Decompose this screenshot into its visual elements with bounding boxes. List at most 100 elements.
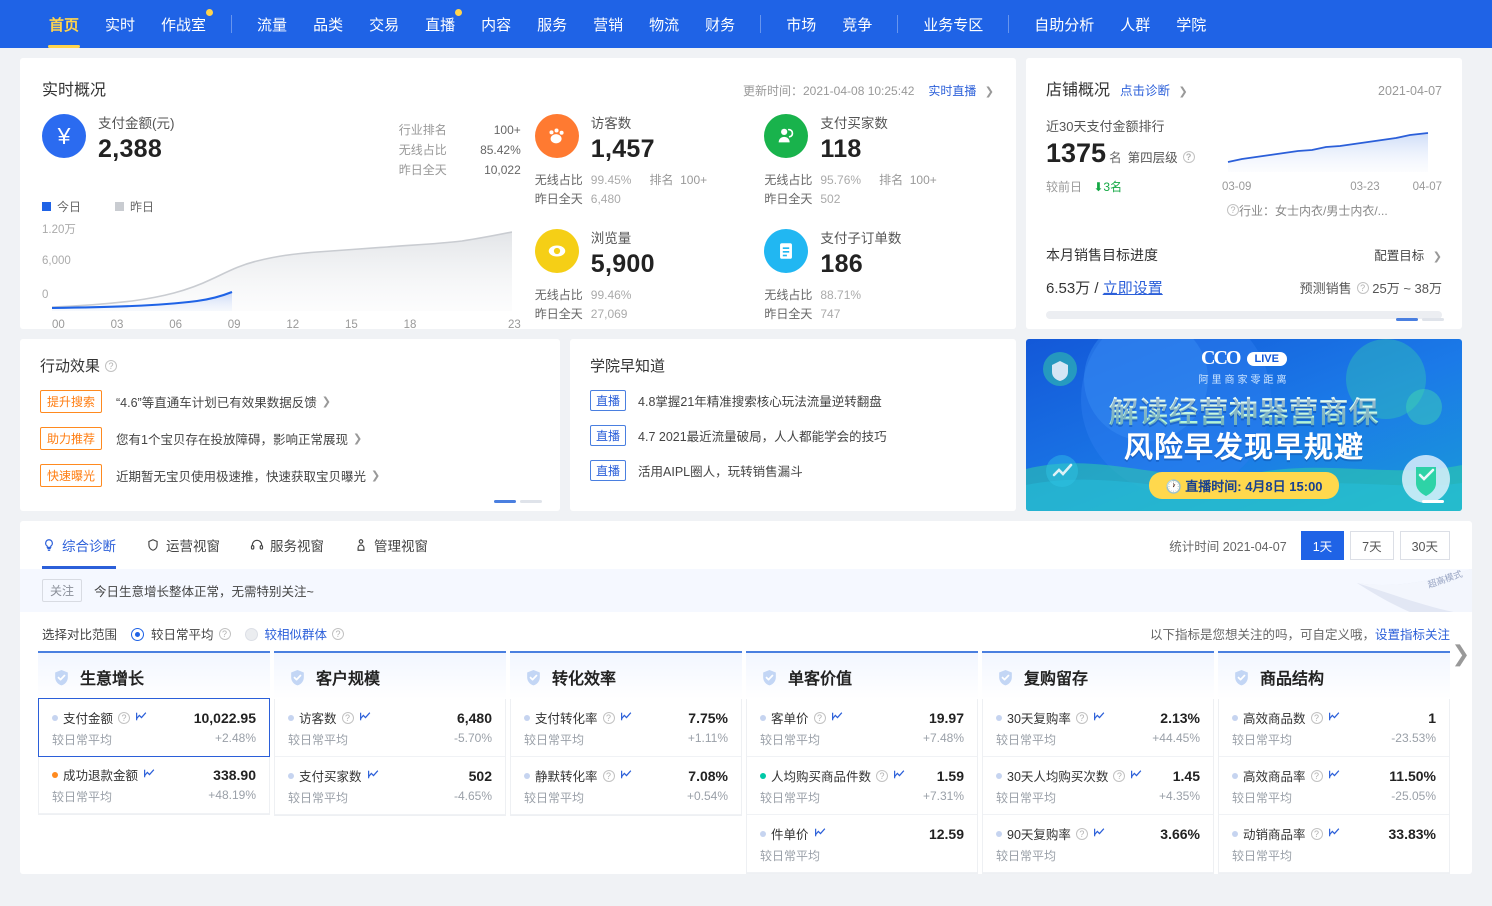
metric-row-0[interactable]: 高效商品数?1较日常平均-23.53% [1219,699,1449,757]
nav-item-12[interactable]: 财务 [692,0,748,48]
action-help-icon[interactable]: ? [105,360,117,372]
promo-banner[interactable]: CCO LIVE 阿里商家零距离 解读经营神器营商保 风险早发现早规避 🕐 直播… [1026,339,1462,511]
metric-help-icon[interactable]: ? [1311,712,1323,724]
goal-config-link[interactable]: 配置目标 ❯ [1374,245,1442,264]
metric-row-1[interactable]: 支付买家数502较日常平均-4.65% [275,757,505,815]
trend-chart-icon[interactable] [359,710,372,726]
trend-chart-icon[interactable] [1328,768,1341,784]
compare-option-similar[interactable]: 较相似群体? [231,624,345,643]
academy-item-0[interactable]: 直播4.8掌握21年精准搜索核心玩法流量逆转翻盘 [590,390,996,411]
metric-row-0[interactable]: 支付转化率?7.75%较日常平均+1.11% [511,699,741,757]
metric-row-1[interactable]: 30天人均购买次数?1.45较日常平均+4.35% [983,757,1213,815]
nav-item-7[interactable]: 直播 [412,0,468,48]
trend-chart-icon[interactable] [831,710,844,726]
nav-item-5[interactable]: 品类 [300,0,356,48]
nav-item-9[interactable]: 服务 [524,0,580,48]
academy-item-1[interactable]: 直播4.7 2021最近流量破局，人人都能学会的技巧 [590,425,996,446]
realtime-metric-2[interactable]: 浏览量5,900无线占比99.46%昨日全天27,069 [535,229,765,324]
realtime-metric-3[interactable]: 支付子订单数186无线占比88.71%昨日全天747 [764,229,994,324]
nav-item-6[interactable]: 交易 [356,0,412,48]
nav-item-19[interactable]: 自助分析 [1021,0,1107,48]
metric-help-icon[interactable]: ? [342,712,354,724]
nav-item-0[interactable]: 首页 [36,0,92,48]
metric-row-2[interactable]: 90天复购率?3.66%较日常平均 [983,815,1213,873]
nav-item-14[interactable]: 市场 [773,0,829,48]
metric-help-icon[interactable]: ? [603,712,615,724]
nav-item-10[interactable]: 营销 [580,0,636,48]
trend-chart-icon[interactable] [1328,710,1341,726]
tab-0[interactable]: 综合诊断 [42,521,116,569]
trend-chart-icon[interactable] [893,768,906,784]
metric-help-icon[interactable]: ? [876,770,888,782]
action-carousel-dots[interactable] [494,500,542,503]
nav-item-17[interactable]: 业务专区 [910,0,996,48]
nav-item-2[interactable]: 作战室 [148,0,219,48]
metric-row-0[interactable]: 支付金额?10,022.95较日常平均+2.48% [38,698,270,757]
tab-3[interactable]: 管理视窗 [354,521,428,569]
action-item-1[interactable]: 助力推荐您有1个宝贝存在投放障碍，影响正常展现❯ [40,427,540,450]
nav-item-4[interactable]: 流量 [244,0,300,48]
trend-chart-icon[interactable] [814,826,827,842]
compare-option-daily[interactable]: 较日常平均? [117,624,231,643]
legend-item[interactable]: 昨日 [115,198,154,215]
custom-metrics-link[interactable]: 设置指标关注 [1375,628,1450,642]
store-diagnose-link[interactable]: 点击诊断 ❯ [1120,80,1188,99]
trend-chart-icon[interactable] [143,767,156,783]
range-button-0[interactable]: 1天 [1301,531,1344,560]
nav-item-11[interactable]: 物流 [636,0,692,48]
trend-chart-icon[interactable] [1093,826,1106,842]
trend-chart-icon[interactable] [620,710,633,726]
metric-row-0[interactable]: 客单价?19.97较日常平均+7.48% [747,699,977,757]
range-button-1[interactable]: 7天 [1350,531,1393,560]
metric-help-icon[interactable]: ? [814,712,826,724]
carousel-dots[interactable] [1396,318,1444,321]
trend-chart-icon[interactable] [1328,826,1341,842]
tab-label: 管理视窗 [374,535,428,555]
tier-help-icon[interactable]: ? [1183,151,1195,163]
tab-2[interactable]: 服务视窗 [250,521,324,569]
goal-set-link[interactable]: 立即设置 [1103,280,1163,297]
nav-item-8[interactable]: 内容 [468,0,524,48]
metric-help-icon[interactable]: ? [603,770,615,782]
metric-help-icon[interactable]: ? [1113,770,1125,782]
metric-row-2[interactable]: 动销商品率?33.83%较日常平均 [1219,815,1449,873]
nav-item-15[interactable]: 竞争 [829,0,885,48]
realtime-metric-0[interactable]: 访客数1,457无线占比99.45%排名 100+昨日全天6,480 [535,114,765,209]
nav-item-20[interactable]: 人群 [1107,0,1163,48]
realtime-metric-1[interactable]: 支付买家数118无线占比95.76%排名 100+昨日全天502 [764,114,994,209]
daily-help-icon[interactable]: ? [219,628,231,640]
radio-similar-group[interactable] [245,628,258,641]
forecast-help-icon[interactable]: ? [1357,282,1369,294]
academy-item-2[interactable]: 直播活用AIPL圈人，玩转销售漏斗 [590,460,996,481]
industry-help-icon[interactable]: ? [1227,204,1239,216]
realtime-live-link[interactable]: 实时直播 ❯ [928,82,994,99]
trend-chart-icon[interactable] [367,768,380,784]
action-item-0[interactable]: 提升搜索“4.6”等直通车计划已有效果数据反馈❯ [40,390,540,413]
metric-cards-next-arrow[interactable]: ❯ [1452,641,1470,667]
metric-row-2[interactable]: 件单价12.59较日常平均 [747,815,977,873]
trend-chart-icon[interactable] [1093,710,1106,726]
trend-chart-icon[interactable] [1130,768,1143,784]
metric-help-icon[interactable]: ? [1311,770,1323,782]
trend-chart-icon[interactable] [135,710,148,726]
metric-help-icon[interactable]: ? [118,712,130,724]
banner-carousel-dots[interactable] [1422,500,1444,503]
nav-item-1[interactable]: 实时 [92,0,148,48]
metric-row-1[interactable]: 静默转化率?7.08%较日常平均+0.54% [511,757,741,815]
metric-help-icon[interactable]: ? [1311,828,1323,840]
radio-daily-average[interactable] [131,628,144,641]
metric-help-icon[interactable]: ? [1076,712,1088,724]
metric-row-1[interactable]: 人均购买商品件数?1.59较日常平均+7.31% [747,757,977,815]
similar-help-icon[interactable]: ? [332,628,344,640]
metric-help-icon[interactable]: ? [1076,828,1088,840]
action-item-2[interactable]: 快速曝光近期暂无宝贝使用极速推，快速获取宝贝曝光❯ [40,464,540,487]
tab-1[interactable]: 运营视窗 [146,521,220,569]
legend-item[interactable]: 今日 [42,198,81,215]
metric-row-0[interactable]: 30天复购率?2.13%较日常平均+44.45% [983,699,1213,757]
range-button-2[interactable]: 30天 [1400,531,1450,560]
metric-row-1[interactable]: 成功退款金额338.90较日常平均+48.19% [39,756,269,814]
nav-item-21[interactable]: 学院 [1163,0,1219,48]
metric-row-1[interactable]: 高效商品率?11.50%较日常平均-25.05% [1219,757,1449,815]
metric-row-0[interactable]: 访客数?6,480较日常平均-5.70% [275,699,505,757]
trend-chart-icon[interactable] [620,768,633,784]
